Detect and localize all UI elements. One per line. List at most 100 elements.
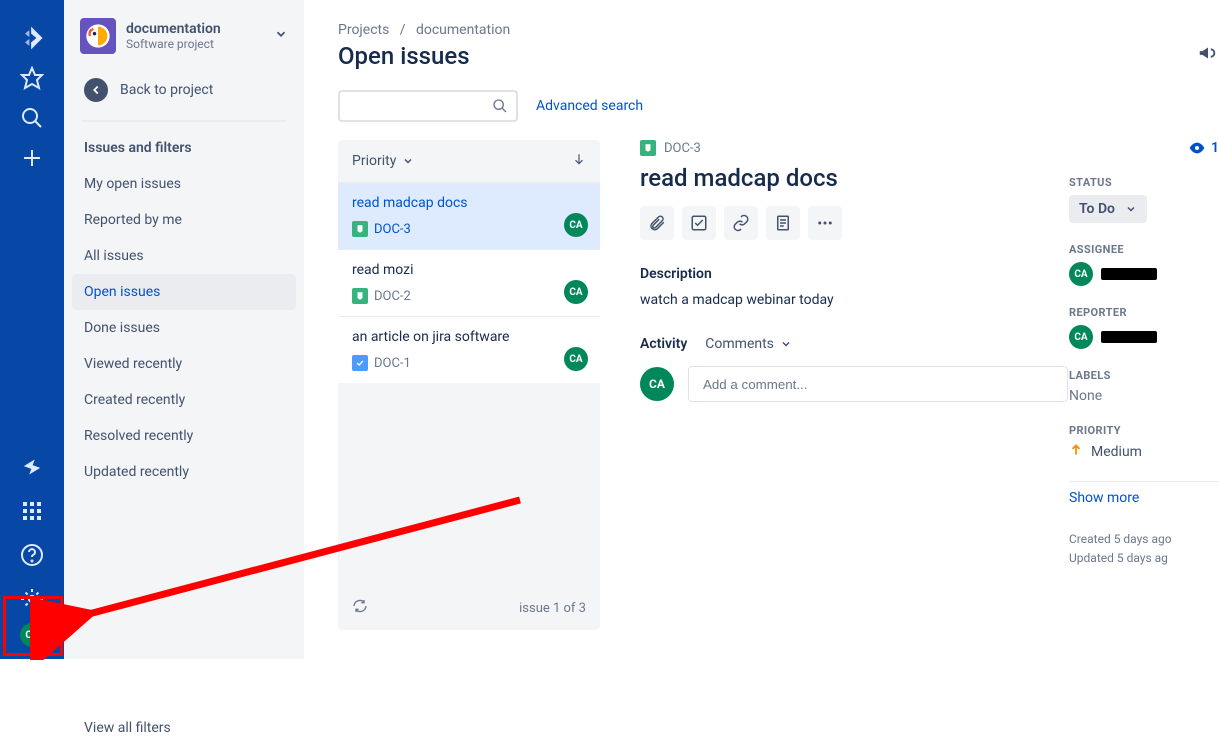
assignee-field[interactable]: CA [1069, 262, 1219, 286]
watch-button[interactable]: 1 [1069, 140, 1219, 156]
project-header[interactable]: documentation Software project [72, 14, 296, 68]
search-input[interactable] [338, 90, 518, 122]
priority-field[interactable]: Medium [1069, 443, 1219, 461]
priority-label: PRIORITY [1069, 424, 1219, 437]
show-more-link[interactable]: Show more [1069, 490, 1139, 506]
updated-date: Updated 5 days ag [1069, 549, 1219, 568]
chevron-down-icon [780, 338, 792, 350]
issue-card-title: read madcap docs [352, 195, 586, 211]
link-button[interactable] [724, 206, 758, 240]
notifications-icon[interactable] [12, 447, 52, 487]
comment-input[interactable] [688, 366, 1068, 402]
reporter-avatar: CA [1069, 325, 1093, 349]
filter-item[interactable]: Reported by me [72, 202, 296, 238]
more-actions-button[interactable] [808, 206, 842, 240]
feedback-icon[interactable] [1197, 42, 1219, 68]
back-label: Back to project [120, 82, 213, 98]
issue-card[interactable]: an article on jira software DOC-1 CA [338, 316, 600, 383]
issue-type-icon [352, 288, 368, 304]
issue-card-title: read mozi [352, 262, 586, 278]
sort-direction-button[interactable] [572, 152, 586, 170]
issue-type-icon [352, 221, 368, 237]
priority-medium-icon [1069, 443, 1083, 461]
assignee-name [1101, 268, 1157, 280]
reporter-field[interactable]: CA [1069, 325, 1219, 349]
labels-value[interactable]: None [1069, 388, 1219, 404]
issue-title[interactable]: read madcap docs [640, 164, 1069, 192]
description-text[interactable]: watch a madcap webinar today [640, 292, 1069, 308]
filter-item[interactable]: All issues [72, 238, 296, 274]
assignee-label: ASSIGNEE [1069, 243, 1219, 256]
issue-card-avatar: CA [564, 213, 588, 237]
app-switcher-icon[interactable] [12, 491, 52, 531]
settings-icon[interactable] [12, 579, 52, 619]
filter-item[interactable]: Updated recently [72, 454, 296, 490]
issue-card-key: DOC-1 [374, 356, 411, 371]
reporter-label: REPORTER [1069, 306, 1219, 319]
issue-count: issue 1 of 3 [519, 601, 586, 616]
issue-side-panel: 1 STATUS To Do ASSIGNEE CA [1069, 140, 1219, 630]
activity-tab-selector[interactable]: Comments [705, 336, 792, 352]
view-all-filters-link[interactable]: View all filters [72, 710, 296, 746]
search-icon [492, 98, 508, 114]
filters-section-label: Issues and filters [72, 134, 296, 166]
issue-key[interactable]: DOC-3 [664, 141, 701, 156]
project-name: documentation [126, 21, 221, 37]
project-logo-icon [80, 18, 116, 54]
status-label: STATUS [1069, 176, 1219, 189]
project-type: Software project [126, 37, 221, 51]
jira-logo-icon[interactable] [12, 18, 52, 58]
issue-detail: DOC-3 read madcap docs Description watch… [640, 140, 1069, 630]
filter-item[interactable]: Open issues [72, 274, 296, 310]
issue-type-icon [352, 355, 368, 371]
global-nav-rail: CA [0, 0, 64, 659]
issue-card[interactable]: read madcap docs DOC-3 CA [338, 182, 600, 249]
profile-avatar[interactable]: CA [20, 623, 44, 647]
filter-item[interactable]: Done issues [72, 310, 296, 346]
project-sidebar: documentation Software project Back to p… [64, 0, 304, 659]
issue-type-story-icon [640, 140, 656, 156]
chevron-down-icon [402, 155, 414, 167]
issue-card-avatar: CA [564, 347, 588, 371]
advanced-search-link[interactable]: Advanced search [536, 98, 643, 114]
chevron-down-icon [1125, 203, 1137, 215]
breadcrumb: Projects / documentation [338, 22, 1219, 38]
breadcrumb-root[interactable]: Projects [338, 22, 389, 38]
labels-label: LABELS [1069, 369, 1219, 382]
description-label: Description [640, 266, 1069, 282]
issue-card[interactable]: read mozi DOC-2 CA [338, 249, 600, 316]
filter-item[interactable]: Resolved recently [72, 418, 296, 454]
back-arrow-icon [84, 78, 108, 102]
attach-button[interactable] [640, 206, 674, 240]
sort-dropdown[interactable]: Priority [352, 153, 414, 169]
create-icon[interactable] [12, 138, 52, 178]
issue-list-panel: Priority read madcap docsDOC-3CAread moz… [338, 140, 600, 630]
filter-item[interactable]: Created recently [72, 382, 296, 418]
main-content: Projects / documentation Open issues Adv… [304, 0, 1219, 659]
filter-item[interactable]: My open issues [72, 166, 296, 202]
page-button[interactable] [766, 206, 800, 240]
page-title: Open issues [338, 42, 1219, 70]
assignee-avatar: CA [1069, 262, 1093, 286]
breadcrumb-project[interactable]: documentation [416, 22, 510, 38]
comment-avatar: CA [640, 367, 674, 401]
filter-item[interactable]: Viewed recently [72, 346, 296, 382]
chevron-down-icon[interactable] [274, 27, 288, 45]
issue-card-avatar: CA [564, 280, 588, 304]
back-to-project-link[interactable]: Back to project [72, 68, 296, 116]
eye-icon [1189, 140, 1205, 156]
search-icon[interactable] [12, 98, 52, 138]
watch-count: 1 [1211, 140, 1219, 156]
created-date: Created 5 days ago [1069, 530, 1219, 549]
reporter-name [1101, 331, 1157, 343]
issue-card-title: an article on jira software [352, 329, 586, 345]
activity-label: Activity [640, 336, 687, 352]
subtask-button[interactable] [682, 206, 716, 240]
star-icon[interactable] [12, 58, 52, 98]
refresh-button[interactable] [352, 598, 368, 618]
help-icon[interactable] [12, 535, 52, 575]
issue-card-key: DOC-2 [374, 289, 411, 304]
issue-card-key: DOC-3 [374, 222, 411, 237]
sort-label: Priority [352, 153, 396, 169]
status-dropdown[interactable]: To Do [1069, 195, 1147, 223]
